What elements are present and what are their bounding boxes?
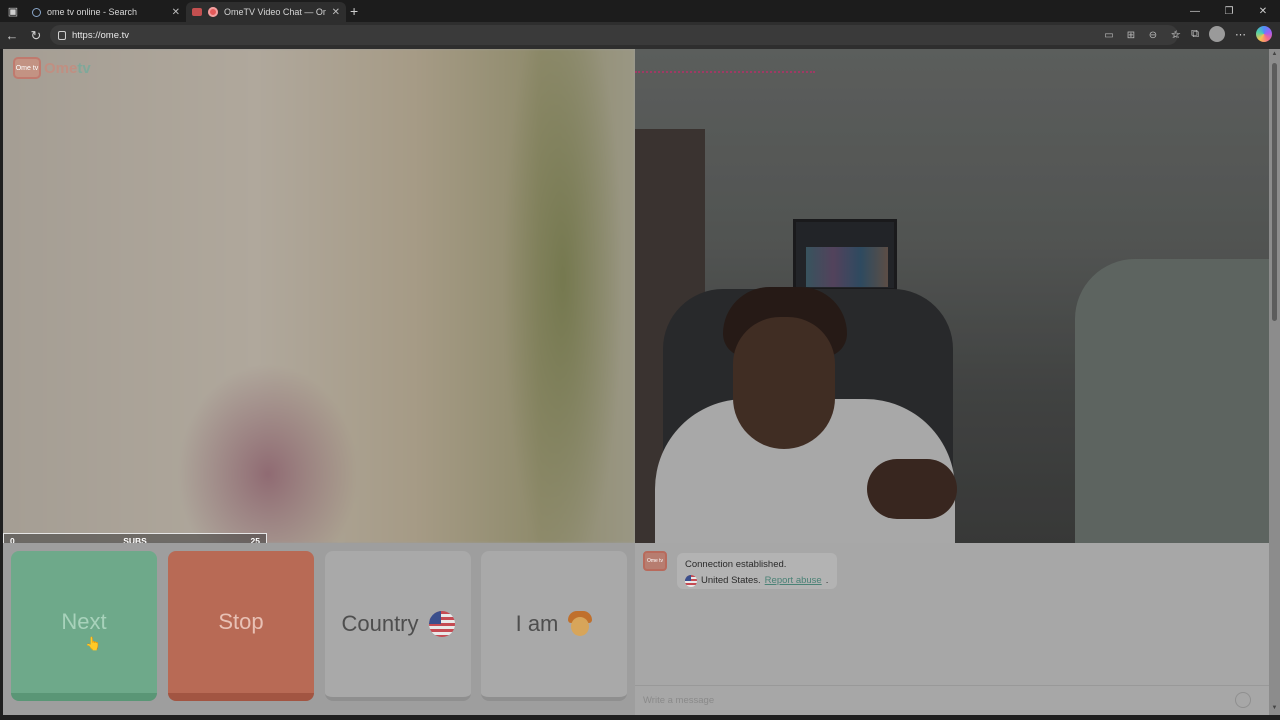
scroll-up-icon[interactable]: ▲	[1271, 51, 1278, 59]
minimize-icon[interactable]: —	[1178, 0, 1212, 22]
scroll-thumb[interactable]	[1272, 63, 1277, 321]
new-tab-button[interactable]: +	[350, 3, 358, 19]
close-tab-icon[interactable]: ✕	[172, 7, 180, 18]
country-text: United States.	[701, 575, 761, 586]
country-label: Country	[341, 611, 419, 636]
address-bar[interactable]: https://ome.tv	[50, 25, 1178, 45]
ometv-page: Ome tv Ometv 0 SUBS 25 2 FOLLOWERS 250 N…	[3, 49, 1269, 715]
toolbar-right: ☆ ⧉ ⋯	[1171, 26, 1272, 42]
tab-ometv-video-chat[interactable]: OmeTV Video Chat — Ome ✕	[186, 2, 346, 22]
ometv-favicon	[208, 7, 218, 17]
remote-video	[635, 49, 1269, 543]
stop-button[interactable]: Stop	[168, 551, 314, 701]
tab-ome-tv-search[interactable]: ome tv online - Search ✕	[26, 2, 186, 22]
ometv-logo[interactable]: Ome tv Ometv	[13, 57, 91, 79]
report-abuse-link[interactable]: Report abuse	[765, 573, 822, 589]
chat-ometv-logo-icon: Ome tv	[643, 551, 667, 571]
address-bar-actions: ▭ ⊞ ⊖ ☆	[1102, 25, 1182, 45]
boy-emoji-icon	[568, 611, 593, 637]
i-am-label: I am	[515, 611, 559, 636]
message-placeholder: Write a message	[643, 695, 715, 706]
refresh-icon[interactable]: ↻	[24, 22, 48, 49]
restore-icon[interactable]: ❐	[1212, 0, 1246, 22]
tracking-icon[interactable]: ⊖	[1146, 30, 1160, 41]
local-video	[3, 49, 635, 543]
mouse-cursor-icon: 👆	[85, 636, 102, 651]
next-button[interactable]: Next	[11, 551, 157, 701]
tab-actions-icon[interactable]: ▣	[0, 0, 26, 22]
back-icon[interactable]: ←	[0, 22, 24, 49]
system-message: Connection established. United States. R…	[677, 553, 837, 589]
search-icon	[32, 7, 41, 17]
connection-text: Connection established.	[685, 559, 787, 570]
report-suffix: .	[825, 575, 829, 586]
controls-panel: Next Stop Country I am	[3, 543, 635, 715]
i-am-button[interactable]: I am	[481, 551, 627, 701]
collections-icon[interactable]: ⧉	[1191, 28, 1199, 41]
tab-title: OmeTV Video Chat — Ome	[224, 7, 326, 17]
next-label: Next	[61, 609, 107, 634]
camera-icon[interactable]: ▭	[1102, 30, 1116, 41]
close-window-icon[interactable]: ✕	[1246, 0, 1280, 22]
page-scrollbar[interactable]: ▲ ▼	[1269, 49, 1280, 715]
lock-icon[interactable]	[58, 30, 66, 40]
more-menu-icon[interactable]: ⋯	[1235, 28, 1246, 41]
country-button[interactable]: Country	[325, 551, 471, 701]
copilot-icon[interactable]	[1256, 26, 1272, 42]
media-icon	[192, 8, 202, 16]
logo-text: Ometv	[44, 59, 91, 77]
favorites-icon[interactable]: ☆	[1171, 28, 1181, 41]
scroll-down-icon[interactable]: ▼	[1271, 705, 1278, 713]
message-input[interactable]: Write a message	[635, 685, 1269, 715]
tab-bar: ▣ ome tv online - Search ✕ OmeTV Video C…	[0, 0, 1280, 22]
chat-panel: Ome tv Connection established. United St…	[635, 543, 1269, 715]
emoji-icon[interactable]	[1235, 692, 1251, 708]
url-text: https://ome.tv	[72, 29, 130, 41]
profile-avatar[interactable]	[1209, 26, 1225, 42]
apps-icon[interactable]: ⊞	[1124, 30, 1138, 41]
us-flag-icon	[685, 575, 697, 587]
logo-tv-icon: Ome tv	[13, 57, 41, 79]
close-tab-icon[interactable]: ✕	[332, 7, 340, 18]
us-flag-icon	[428, 611, 455, 637]
address-bar-row: ← ↻ https://ome.tv ▭ ⊞ ⊖ ☆ ☆ ⧉ ⋯	[0, 22, 1280, 49]
stop-label: Stop	[218, 609, 264, 634]
window-controls: — ❐ ✕	[1178, 0, 1280, 22]
tab-title: ome tv online - Search	[47, 7, 138, 17]
